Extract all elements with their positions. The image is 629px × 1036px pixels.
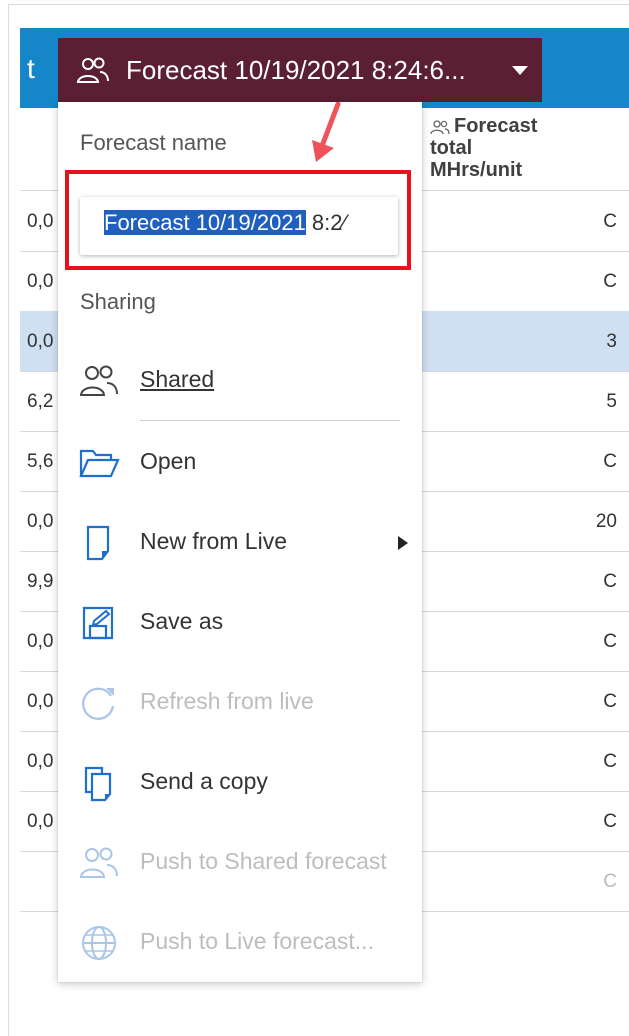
cell-forecast-total: 3 — [606, 331, 617, 352]
cell-left-value: 0,0 — [27, 511, 54, 532]
menu-divider — [140, 420, 400, 421]
users-icon — [430, 120, 450, 134]
cell-left-value: 0,0 — [27, 211, 54, 232]
unselected-text: 8:2⁄ — [305, 210, 347, 235]
column-header-line-2: total — [430, 137, 473, 159]
cell-left-value: 0,0 — [27, 811, 54, 832]
chevron-down-icon — [512, 66, 528, 75]
menu-item-send-a-copy[interactable]: Send a copy — [58, 750, 422, 814]
cell-forecast-total: C — [603, 751, 617, 772]
users-icon — [79, 847, 118, 878]
refresh-icon — [82, 687, 115, 720]
cell-forecast-total: C — [603, 571, 617, 592]
save-as-icon — [82, 606, 114, 640]
annotation-arrow — [312, 102, 341, 162]
copy-icon — [84, 766, 112, 802]
menu-item-shared[interactable]: Shared — [58, 348, 422, 412]
selected-text: Forecast 10/19/2021 — [104, 210, 306, 235]
cell-left-value: 0,0 — [27, 331, 54, 352]
menu-item-new-from-live[interactable]: New from Live — [58, 510, 422, 574]
column-header-line-1: Forecast — [454, 115, 538, 137]
menu-item-label: Push to Live forecast... — [140, 928, 374, 954]
forecast-selector-button[interactable]: Forecast 10/19/2021 8:24:6... — [58, 38, 542, 102]
menu-item-label: Push to Shared forecast — [140, 848, 387, 874]
cell-left-value: 0,0 — [27, 631, 54, 652]
column-header-forecast-total[interactable]: Forecast total MHrs/unit — [430, 115, 610, 181]
menu-item-label: Open — [140, 448, 197, 474]
users-icon — [76, 57, 109, 83]
cell-left-value: 0,0 — [27, 271, 54, 292]
folder-open-icon — [79, 449, 120, 478]
forecast-name-label: Forecast name — [80, 130, 227, 155]
menu-item-open[interactable]: Open — [58, 430, 422, 494]
menu-item-save-as[interactable]: Save as — [58, 590, 422, 654]
globe-icon — [82, 926, 116, 960]
forecast-dropdown-menu: Forecast name Forecast 10/19/2021 8:2⁄ S… — [58, 102, 422, 982]
menu-item-label: Save as — [140, 608, 224, 634]
cell-left-value: 6,2 — [27, 391, 54, 412]
cell-left-value: 9,9 — [27, 571, 54, 592]
cell-forecast-total: C — [603, 691, 617, 712]
menu-item-label: Shared — [140, 366, 215, 392]
cell-forecast-total: C — [603, 271, 617, 292]
cell-left-value: 0,0 — [27, 751, 54, 772]
menu-item-label: Send a copy — [140, 768, 268, 794]
cell-forecast-total: C — [603, 871, 617, 892]
cell-forecast-total: 20 — [595, 511, 617, 532]
forecast-name-input[interactable]: Forecast 10/19/2021 8:2⁄ — [104, 210, 394, 242]
column-header-line-3: MHrs/unit — [430, 159, 523, 181]
cell-left-value: 0,0 — [27, 691, 54, 712]
cell-forecast-total: 5 — [606, 391, 617, 412]
cell-forecast-total: C — [603, 211, 617, 232]
cell-forecast-total: C — [603, 451, 617, 472]
cell-left-value: 5,6 — [27, 451, 54, 472]
cell-forecast-total: C — [603, 811, 617, 832]
users-icon — [79, 365, 118, 396]
menu-item-push-to-shared: Push to Shared forecast — [58, 830, 422, 894]
cell-forecast-total: C — [603, 631, 617, 652]
forecast-name-field[interactable]: Forecast 10/19/2021 8:2⁄ — [80, 197, 398, 255]
forecast-selector-label: Forecast 10/19/2021 8:24:6... — [126, 54, 466, 85]
menu-item-push-to-live: Push to Live forecast... — [58, 910, 422, 974]
page-title-fragment: t — [27, 53, 35, 84]
menu-item-label: Refresh from live — [140, 688, 314, 714]
chevron-right-icon — [398, 536, 408, 550]
menu-item-refresh-from-live: Refresh from live — [58, 670, 422, 734]
sharing-label: Sharing — [80, 289, 156, 314]
menu-item-label: New from Live — [140, 528, 287, 554]
new-document-icon — [86, 525, 110, 561]
